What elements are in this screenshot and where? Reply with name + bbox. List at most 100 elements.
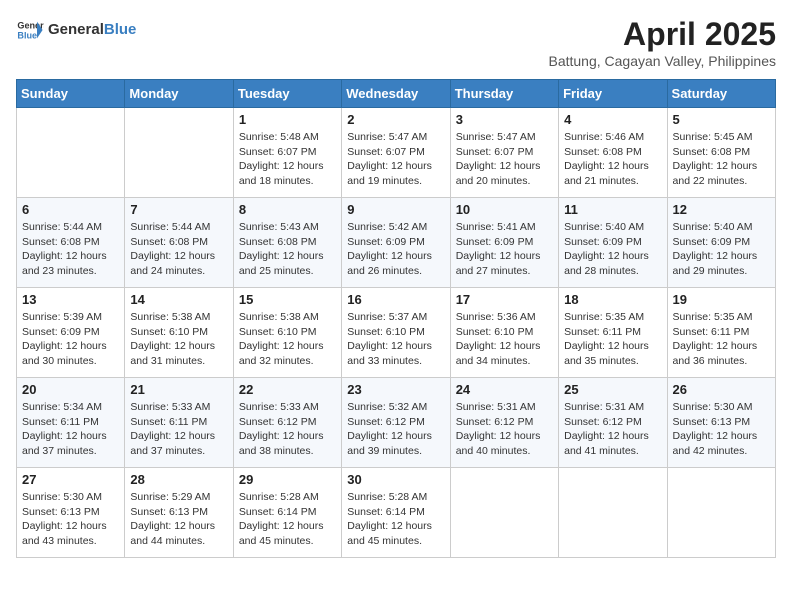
day-detail: Sunrise: 5:45 AMSunset: 6:08 PMDaylight:… (673, 130, 770, 189)
day-detail: Sunrise: 5:40 AMSunset: 6:09 PMDaylight:… (673, 220, 770, 279)
day-detail: Sunrise: 5:38 AMSunset: 6:10 PMDaylight:… (239, 310, 336, 369)
calendar-week-row: 1 Sunrise: 5:48 AMSunset: 6:07 PMDaylight… (17, 108, 776, 198)
day-number: 25 (564, 382, 661, 397)
title-area: April 2025 Battung, Cagayan Valley, Phil… (548, 16, 776, 69)
table-row: 16 Sunrise: 5:37 AMSunset: 6:10 PMDayligh… (342, 288, 450, 378)
col-wednesday: Wednesday (342, 80, 450, 108)
day-detail: Sunrise: 5:47 AMSunset: 6:07 PMDaylight:… (456, 130, 553, 189)
table-row: 21 Sunrise: 5:33 AMSunset: 6:11 PMDayligh… (125, 378, 233, 468)
day-detail: Sunrise: 5:39 AMSunset: 6:09 PMDaylight:… (22, 310, 119, 369)
table-row: 13 Sunrise: 5:39 AMSunset: 6:09 PMDayligh… (17, 288, 125, 378)
day-detail: Sunrise: 5:47 AMSunset: 6:07 PMDaylight:… (347, 130, 444, 189)
table-row (125, 108, 233, 198)
table-row: 4 Sunrise: 5:46 AMSunset: 6:08 PMDaylight… (559, 108, 667, 198)
table-row (559, 468, 667, 558)
day-detail: Sunrise: 5:28 AMSunset: 6:14 PMDaylight:… (347, 490, 444, 549)
table-row: 3 Sunrise: 5:47 AMSunset: 6:07 PMDaylight… (450, 108, 558, 198)
day-detail: Sunrise: 5:36 AMSunset: 6:10 PMDaylight:… (456, 310, 553, 369)
table-row: 15 Sunrise: 5:38 AMSunset: 6:10 PMDayligh… (233, 288, 341, 378)
logo-general-text: General (48, 21, 104, 38)
day-number: 22 (239, 382, 336, 397)
col-tuesday: Tuesday (233, 80, 341, 108)
day-number: 7 (130, 202, 227, 217)
day-number: 4 (564, 112, 661, 127)
col-saturday: Saturday (667, 80, 775, 108)
table-row: 2 Sunrise: 5:47 AMSunset: 6:07 PMDaylight… (342, 108, 450, 198)
table-row: 19 Sunrise: 5:35 AMSunset: 6:11 PMDayligh… (667, 288, 775, 378)
day-number: 10 (456, 202, 553, 217)
table-row: 28 Sunrise: 5:29 AMSunset: 6:13 PMDayligh… (125, 468, 233, 558)
day-detail: Sunrise: 5:30 AMSunset: 6:13 PMDaylight:… (673, 400, 770, 459)
table-row (17, 108, 125, 198)
table-row: 11Sunrise: 5:40 AMSunset: 6:09 PMDayligh… (559, 198, 667, 288)
table-row (667, 468, 775, 558)
day-detail: Sunrise: 5:44 AMSunset: 6:08 PMDaylight:… (22, 220, 119, 279)
day-detail: Sunrise: 5:44 AMSunset: 6:08 PMDaylight:… (130, 220, 227, 279)
day-detail: Sunrise: 5:42 AMSunset: 6:09 PMDaylight:… (347, 220, 444, 279)
table-row: 20Sunrise: 5:34 AMSunset: 6:11 PMDayligh… (17, 378, 125, 468)
day-number: 16 (347, 292, 444, 307)
col-thursday: Thursday (450, 80, 558, 108)
day-detail: Sunrise: 5:31 AMSunset: 6:12 PMDaylight:… (564, 400, 661, 459)
table-row: 9Sunrise: 5:42 AMSunset: 6:09 PMDaylight… (342, 198, 450, 288)
logo-blue-text: Blue (104, 21, 137, 38)
day-detail: Sunrise: 5:35 AMSunset: 6:11 PMDaylight:… (673, 310, 770, 369)
day-number: 12 (673, 202, 770, 217)
day-number: 19 (673, 292, 770, 307)
day-number: 29 (239, 472, 336, 487)
svg-text:Blue: Blue (17, 30, 37, 40)
day-number: 17 (456, 292, 553, 307)
table-row: 14Sunrise: 5:38 AMSunset: 6:10 PMDayligh… (125, 288, 233, 378)
day-detail: Sunrise: 5:33 AMSunset: 6:11 PMDaylight:… (130, 400, 227, 459)
day-number: 28 (130, 472, 227, 487)
day-number: 5 (673, 112, 770, 127)
day-number: 23 (347, 382, 444, 397)
table-row: 17 Sunrise: 5:36 AMSunset: 6:10 PMDayligh… (450, 288, 558, 378)
table-row: 12 Sunrise: 5:40 AMSunset: 6:09 PMDayligh… (667, 198, 775, 288)
location-title: Battung, Cagayan Valley, Philippines (548, 53, 776, 69)
day-number: 2 (347, 112, 444, 127)
day-number: 1 (239, 112, 336, 127)
day-number: 11 (564, 202, 661, 217)
table-row: 26 Sunrise: 5:30 AMSunset: 6:13 PMDayligh… (667, 378, 775, 468)
calendar-header-row: Sunday Monday Tuesday Wednesday Thursday… (17, 80, 776, 108)
calendar-week-row: 6 Sunrise: 5:44 AMSunset: 6:08 PMDaylight… (17, 198, 776, 288)
calendar-table: Sunday Monday Tuesday Wednesday Thursday… (16, 79, 776, 558)
day-detail: Sunrise: 5:33 AMSunset: 6:12 PMDaylight:… (239, 400, 336, 459)
table-row: 6 Sunrise: 5:44 AMSunset: 6:08 PMDaylight… (17, 198, 125, 288)
day-detail: Sunrise: 5:41 AMSunset: 6:09 PMDaylight:… (456, 220, 553, 279)
day-number: 14 (130, 292, 227, 307)
day-detail: Sunrise: 5:46 AMSunset: 6:08 PMDaylight:… (564, 130, 661, 189)
day-detail: Sunrise: 5:28 AMSunset: 6:14 PMDaylight:… (239, 490, 336, 549)
col-monday: Monday (125, 80, 233, 108)
day-detail: Sunrise: 5:37 AMSunset: 6:10 PMDaylight:… (347, 310, 444, 369)
table-row: 29 Sunrise: 5:28 AMSunset: 6:14 PMDayligh… (233, 468, 341, 558)
day-number: 3 (456, 112, 553, 127)
table-row: 18 Sunrise: 5:35 AMSunset: 6:11 PMDayligh… (559, 288, 667, 378)
day-number: 27 (22, 472, 119, 487)
table-row: 5 Sunrise: 5:45 AMSunset: 6:08 PMDaylight… (667, 108, 775, 198)
day-number: 18 (564, 292, 661, 307)
day-detail: Sunrise: 5:48 AMSunset: 6:07 PMDaylight:… (239, 130, 336, 189)
table-row: 1 Sunrise: 5:48 AMSunset: 6:07 PMDaylight… (233, 108, 341, 198)
calendar-week-row: 13 Sunrise: 5:39 AMSunset: 6:09 PMDayligh… (17, 288, 776, 378)
day-number: 26 (673, 382, 770, 397)
day-number: 15 (239, 292, 336, 307)
day-number: 24 (456, 382, 553, 397)
day-number: 8 (239, 202, 336, 217)
day-detail: Sunrise: 5:30 AMSunset: 6:13 PMDaylight:… (22, 490, 119, 549)
day-detail: Sunrise: 5:35 AMSunset: 6:11 PMDaylight:… (564, 310, 661, 369)
day-detail: Sunrise: 5:34 AMSunset: 6:11 PMDaylight:… (22, 400, 119, 459)
day-number: 13 (22, 292, 119, 307)
calendar-week-row: 20Sunrise: 5:34 AMSunset: 6:11 PMDayligh… (17, 378, 776, 468)
table-row: 23Sunrise: 5:32 AMSunset: 6:12 PMDayligh… (342, 378, 450, 468)
header: General Blue GeneralBlue April 2025 Batt… (16, 16, 776, 69)
day-number: 30 (347, 472, 444, 487)
col-friday: Friday (559, 80, 667, 108)
table-row (450, 468, 558, 558)
logo-icon: General Blue (16, 16, 44, 44)
table-row: 7 Sunrise: 5:44 AMSunset: 6:08 PMDaylight… (125, 198, 233, 288)
day-number: 6 (22, 202, 119, 217)
day-number: 21 (130, 382, 227, 397)
day-detail: Sunrise: 5:29 AMSunset: 6:13 PMDaylight:… (130, 490, 227, 549)
